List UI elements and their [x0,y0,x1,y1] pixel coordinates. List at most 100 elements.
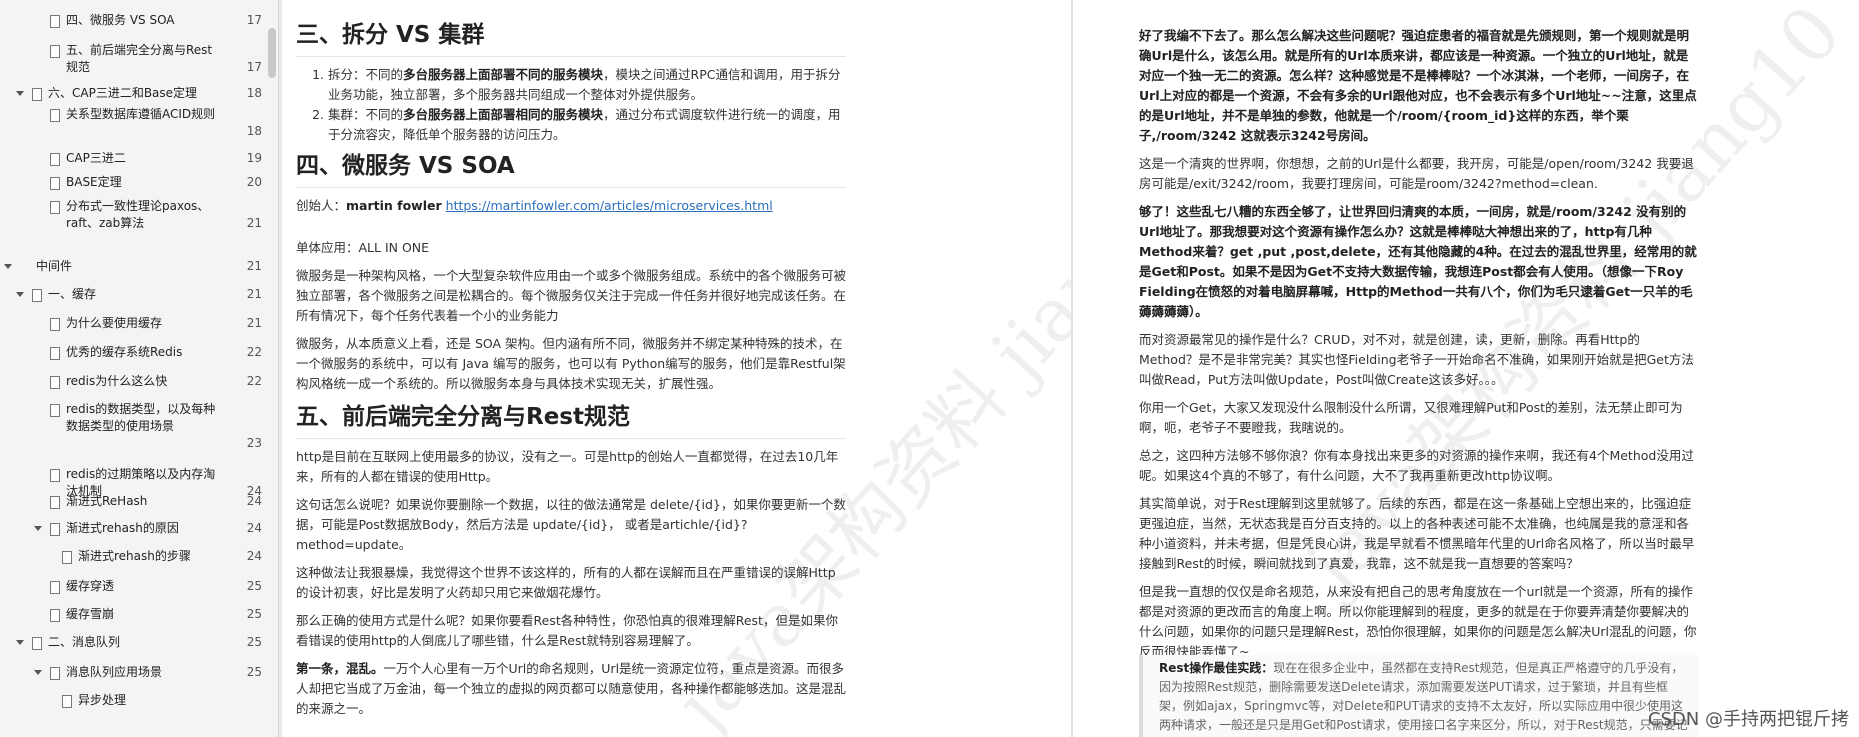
toc-page-number: 17 [246,13,262,27]
paragraph: 但是我一直想的仅仅是命名规范，从来没有把自己的思考角度放在一个url就是一个资源… [1139,584,1697,659]
collapse-toggle-icon[interactable] [16,91,24,96]
bookmark-icon [32,289,42,302]
toc-page-number: 24 [246,521,262,535]
csdn-watermark: CSDN @手持两把锟斤拷 [1647,709,1849,730]
toc-item[interactable]: 五、前后端完全分离与Rest规范 17 [0,42,262,76]
monolith-text: 单体应用：ALL IN ONE [296,240,430,255]
bookmark-icon [50,201,60,214]
toc-item[interactable]: 缓存雪崩 25 [0,606,262,623]
toc-item[interactable]: 分布式一致性理论paxos、raft、zab算法 21 [0,198,262,232]
bookmark-icon [62,551,72,564]
toc-page-number: 21 [246,216,262,230]
toc-item-label: 渐进式ReHash [66,494,148,508]
toc-item[interactable]: BASE定理 20 [0,174,262,191]
toc-item[interactable]: 缓存穿透 25 [0,578,262,595]
toc-page-number: 18 [246,86,262,100]
list-item: 拆分：不同的多台服务器上面部署不同的服务模块，模块之间通过RPC通信和调用，用于… [328,65,846,105]
toc-item[interactable]: 渐进式rehash的原因 24 [0,520,262,537]
toc-page-number: 23 [246,436,262,450]
toc-item[interactable]: 六、CAP三进二和Base定理 18 [0,85,262,102]
toc-item-label: 中间件 [36,259,73,273]
bookmark-icon [50,376,60,389]
toc-item[interactable]: 渐进式ReHash 24 [0,493,262,510]
toc-page-number: 25 [246,579,262,593]
heading-rest: 五、前后端完全分离与Rest规范 [296,404,630,430]
bookmark-icon [50,581,60,594]
toc-page-number: 21 [246,316,262,330]
bookmark-icon [50,523,60,536]
toc-item[interactable]: CAP三进二 19 [0,150,262,167]
toc-sidebar[interactable]: 四、微服务 VS SOA 17 五、前后端完全分离与Rest规范 17 六、CAP三进二… [0,0,279,737]
toc-item[interactable]: 一、缓存 21 [0,286,262,303]
collapse-toggle-icon[interactable] [16,640,24,645]
toc-item-label: 优秀的缓存系统Redis [66,345,183,359]
toc-item-label: 二、消息队列 [48,635,121,649]
document-page-right: java架构资料 jiang10 好了我编不下去了。那么怎么解决这些问题呢？强迫… [1073,0,1859,737]
paragraph: 微服务是一种架构风格，一个大型复杂软件应用由一个或多个微服务组成。系统中的各个微… [296,268,847,323]
toc-item[interactable]: 二、消息队列 25 [0,634,262,651]
collapse-toggle-icon[interactable] [34,526,42,531]
toc-item-label: 四、微服务 VS SOA [66,13,175,27]
collapse-toggle-icon[interactable] [34,670,42,675]
toc-item-label: 渐进式rehash的步骤 [78,549,191,563]
bookmark-icon [32,88,42,101]
paragraph: 你用一个Get，大家又发现没什么限制没什么所谓，又很难理解Put和Post的差别… [1139,400,1683,435]
bookmark-icon [50,404,60,417]
toc-item[interactable]: 消息队列应用场景 25 [0,664,262,681]
toc-page-number: 24 [246,549,262,563]
toc-page-number: 22 [246,345,262,359]
toc-item[interactable]: 四、微服务 VS SOA 17 [0,12,262,29]
toc-item[interactable]: 为什么要使用缓存 21 [0,315,262,332]
bookmark-icon [50,347,60,360]
toc-item-label: CAP三进二 [66,151,126,165]
toc-item[interactable]: redis的数据类型，以及每种数据类型的使用场景 23 [0,401,262,452]
toc-page-number: 24 [246,494,262,508]
toc-item-label: 为什么要使用缓存 [66,316,163,330]
toc-page-number: 22 [246,374,262,388]
paragraph: 这句话怎么说呢？如果说你要删除一个数据，以往的做法通常是 delete/{id}… [296,497,846,552]
document-page-left: java架构资料 jiang10 三、拆分 VS 集群 拆分：不同的多台服务器上… [282,0,1071,737]
bookmark-icon [50,667,60,680]
paragraph: 其实简单说，对于Rest理解到这里就够了。后续的东西，都是在这一条基础上空想出来… [1139,496,1695,571]
collapse-toggle-icon[interactable] [16,292,24,297]
toc-item-label: 五、前后端完全分离与Rest规范 [66,43,213,74]
creator-link[interactable]: https://martinfowler.com/articles/micros… [446,198,773,213]
toc-item-label: 缓存穿透 [66,579,115,593]
bookmark-icon [50,45,60,58]
creator-line: 创始人：martin fowler https://martinfowler.c… [296,198,773,213]
toc-page-number: 18 [246,124,262,138]
toc-item[interactable]: 中间件 21 [0,258,262,275]
toc-item[interactable]: redis为什么这么快 22 [0,373,262,390]
bookmark-icon [50,109,60,122]
toc-item-label: redis为什么这么快 [66,374,168,388]
paragraph: http是目前在互联网上使用最多的协议，没有之一。可是http的创始人一直都觉得… [296,449,839,484]
bookmark-icon [50,469,60,482]
split-cluster-list: 拆分：不同的多台服务器上面部署不同的服务模块，模块之间通过RPC通信和调用，用于… [296,65,846,145]
toc-page-number: 21 [246,287,262,301]
toc-page-number: 25 [246,635,262,649]
toc-item-label: 六、CAP三进二和Base定理 [48,86,198,100]
toc-item[interactable]: 优秀的缓存系统Redis 22 [0,344,262,361]
collapse-toggle-icon[interactable] [4,264,12,269]
bookmark-icon [50,177,60,190]
toc-page-number: 19 [246,151,262,165]
bookmark-icon [62,695,72,708]
toc-item-label: 关系型数据库遵循ACID规则 [66,107,216,121]
paragraph: 这种做法让我狠暴燥，我觉得这个世界不该这样的，所有的人都在误解而且在严重错误的误… [296,565,836,600]
toc-item-label: 缓存雪崩 [66,607,115,621]
bookmark-icon [50,153,60,166]
best-practice-quote: Rest操作最佳实践：现在在很多企业中，虽然都在支持Rest规范，但是真正严格遵… [1139,655,1699,737]
toc-item[interactable]: 关系型数据库遵循ACID规则 18 [0,106,262,140]
toc-scrollbar[interactable] [268,28,276,78]
bookmark-icon [50,609,60,622]
bookmark-icon [50,496,60,509]
toc-item-label: 渐进式rehash的原因 [66,521,179,535]
toc-item-label: 消息队列应用场景 [66,665,163,679]
toc-item[interactable]: 异步处理 [0,692,262,709]
toc-page-number: 25 [246,607,262,621]
toc-page-number: 25 [246,665,262,679]
paragraph: 而对资源最常见的操作是什么？CRUD，对不对，就是创建，读，更新，删除。再看Ht… [1139,332,1694,387]
heading-split-vs-cluster: 三、拆分 VS 集群 [296,22,485,48]
bookmark-icon [50,15,60,28]
toc-item[interactable]: 渐进式rehash的步骤 24 [0,548,262,565]
